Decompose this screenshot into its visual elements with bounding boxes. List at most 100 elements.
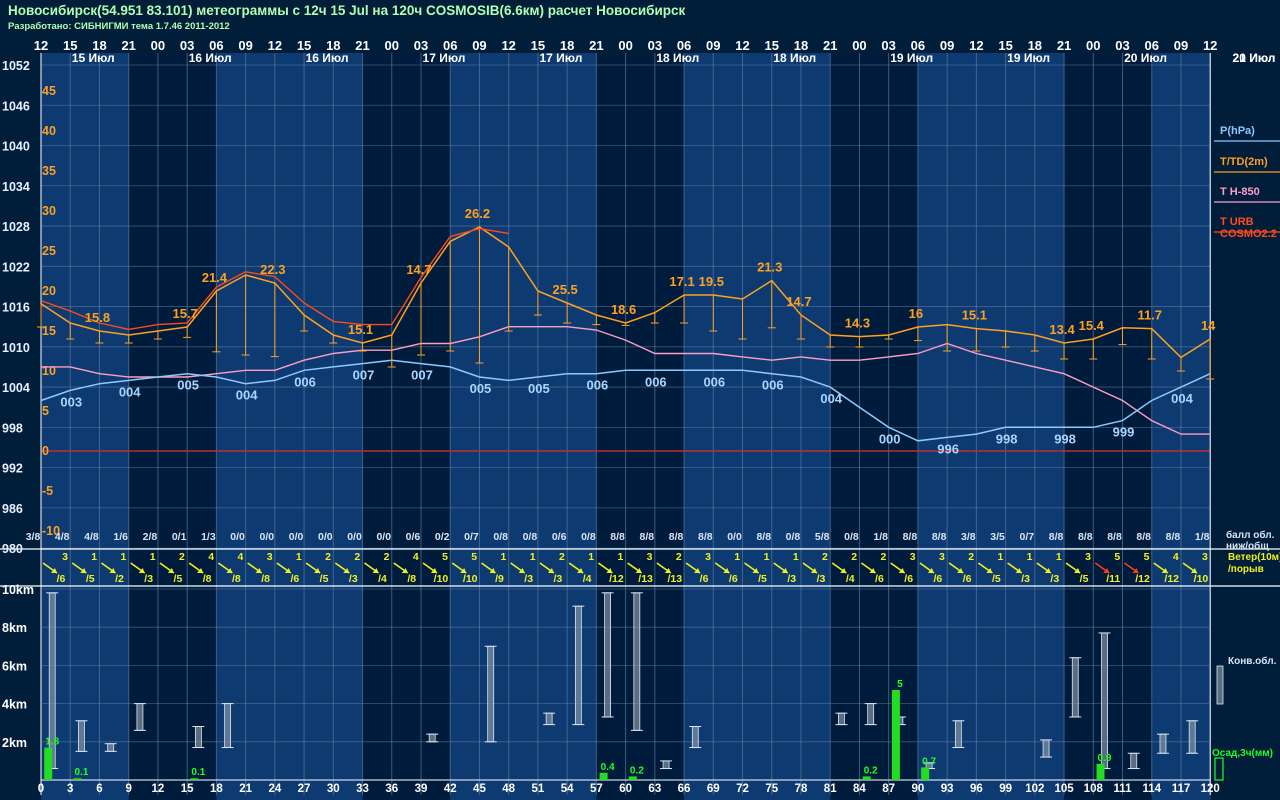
cloud-cover-value: 0/7 (1020, 531, 1035, 543)
wind-gust-value: /3 (349, 573, 358, 585)
time-band (274, 53, 305, 800)
temp-value-label: 18.6 (611, 302, 636, 317)
temp-value-label: 21.3 (757, 260, 782, 275)
top-hour-tick-label: 21 (589, 38, 603, 53)
lead-hour-tick-label: 66 (678, 783, 691, 795)
temp-value-label: 14 (1201, 318, 1216, 333)
time-band (742, 53, 773, 800)
time-band (771, 53, 802, 800)
wind-speed-value: 3 (1202, 551, 1208, 563)
cloud-cover-value: 3/8 (26, 531, 41, 543)
height-tick-label: 8km (2, 621, 27, 635)
temperature-tick-label: 0 (42, 444, 49, 458)
wind-gust-value: /3 (144, 573, 153, 585)
lead-hour-tick-label: 120 (1201, 783, 1220, 795)
wind-gust-value: /8 (203, 573, 212, 585)
legend-entry: T/TD(2m) (1220, 156, 1268, 168)
time-band (596, 53, 627, 800)
lead-hour-tick-label: 102 (1025, 783, 1044, 795)
precipitation-bar (44, 747, 53, 780)
pressure-value-label: 006 (294, 374, 316, 389)
precipitation-bar (599, 772, 608, 780)
wind-speed-value: 2 (881, 551, 887, 563)
wind-speed-value: 2 (354, 551, 360, 563)
wind-gust-value: /12 (1164, 573, 1179, 585)
time-band (625, 53, 656, 800)
pressure-value-label: 999 (1113, 425, 1135, 440)
cloud-cover-value: 0/2 (435, 531, 450, 543)
cloud-cover-value: 8/8 (1078, 531, 1093, 543)
day-label: 17 Июл (539, 51, 582, 65)
time-band (362, 53, 393, 800)
convective-cloud-bar (194, 726, 202, 748)
wind-gust-value: /5 (86, 573, 95, 585)
pressure-value-label: 006 (587, 378, 609, 393)
pressure-value-label: 004 (236, 388, 258, 403)
height-tick-label: 6km (2, 659, 27, 673)
convective-cloud-bar (1130, 752, 1138, 769)
lead-hour-tick-label: 42 (444, 783, 457, 795)
wind-gust-value: /5 (758, 573, 767, 585)
wind-gust-value: /4 (378, 573, 387, 585)
time-band (333, 53, 364, 800)
wind-speed-value: 4 (208, 551, 214, 563)
pressure-value-label: 004 (119, 384, 141, 399)
temp-value-label: 25.5 (552, 282, 577, 297)
lead-hour-tick-label: 117 (1172, 783, 1191, 795)
convective-cloud-label: Конв.обл. (1228, 655, 1277, 667)
top-hour-tick-label: 09 (238, 38, 252, 53)
day-label: 19 Июл (890, 51, 933, 65)
precipitation-bar (73, 778, 82, 780)
temp-value-label: 17.1 (669, 274, 694, 289)
cloud-cover-value: 1/8 (873, 531, 888, 543)
wind-speed-value: 1 (1027, 551, 1033, 563)
temp-value-label: 15.4 (1079, 318, 1105, 333)
temperature-tick-label: 10 (42, 364, 56, 378)
day-label: 15 Июл (72, 51, 115, 65)
temperature-tick-label: 30 (42, 204, 56, 218)
wind-speed-value: 4 (1173, 551, 1179, 563)
wind-gust-value: /6 (963, 573, 972, 585)
pressure-tick-label: 1022 (2, 260, 30, 274)
lead-hour-tick-label: 3 (67, 783, 73, 795)
convective-cloud-bar (633, 592, 641, 731)
top-hour-tick-label: 09 (1174, 38, 1188, 53)
lead-hour-tick-label: 48 (502, 783, 515, 795)
pressure-value-label: 998 (996, 431, 1018, 446)
lead-hour-tick-label: 57 (590, 783, 603, 795)
convective-cloud-bar (545, 712, 553, 726)
meteogram-chart: 12 15 18 21 00 03 06 09 12 15 18 21 00 03 06 09 12 15 18 21… (0, 38, 1280, 800)
wind-speed-value: 1 (997, 551, 1003, 563)
cloud-cover-label: балл обл. (1226, 529, 1275, 541)
time-band (304, 53, 334, 800)
pressure-value-label: 003 (60, 394, 82, 409)
pressure-value-label: 006 (762, 378, 784, 393)
pressure-tick-label: 1046 (2, 99, 30, 113)
lead-hour-tick-label: 6 (96, 783, 102, 795)
time-band (1151, 53, 1182, 800)
day-label: 17 Июл (423, 51, 466, 65)
cloud-cover-value: 8/8 (1166, 531, 1181, 543)
pressure-tick-label: 992 (2, 462, 23, 476)
pressure-value-label: 005 (528, 381, 550, 396)
time-band (859, 53, 890, 800)
time-band (1005, 53, 1036, 800)
lead-hour-tick-label: 33 (356, 783, 369, 795)
day-label: 18 Июл (656, 51, 699, 65)
pressure-tick-label: 1052 (2, 59, 30, 73)
wind-speed-value: 1 (1056, 551, 1062, 563)
time-band (420, 53, 451, 800)
pressure-tick-label: 1040 (2, 140, 30, 154)
top-hour-tick-label: 21 (355, 38, 369, 53)
lead-hour-tick-label: 36 (385, 783, 398, 795)
lead-hour-tick-label: 24 (268, 783, 281, 795)
cloud-cover-value: 5/8 (815, 531, 830, 543)
cloud-cover-value: 8/8 (1049, 531, 1064, 543)
time-band (216, 53, 247, 800)
wind-speed-value: 1 (793, 551, 799, 563)
cloud-cover-value: 0/0 (727, 531, 742, 543)
time-band (800, 53, 831, 800)
temp-value-label: 15.1 (348, 322, 373, 337)
time-band (157, 53, 188, 800)
wind-speed-value: 3 (267, 551, 273, 563)
